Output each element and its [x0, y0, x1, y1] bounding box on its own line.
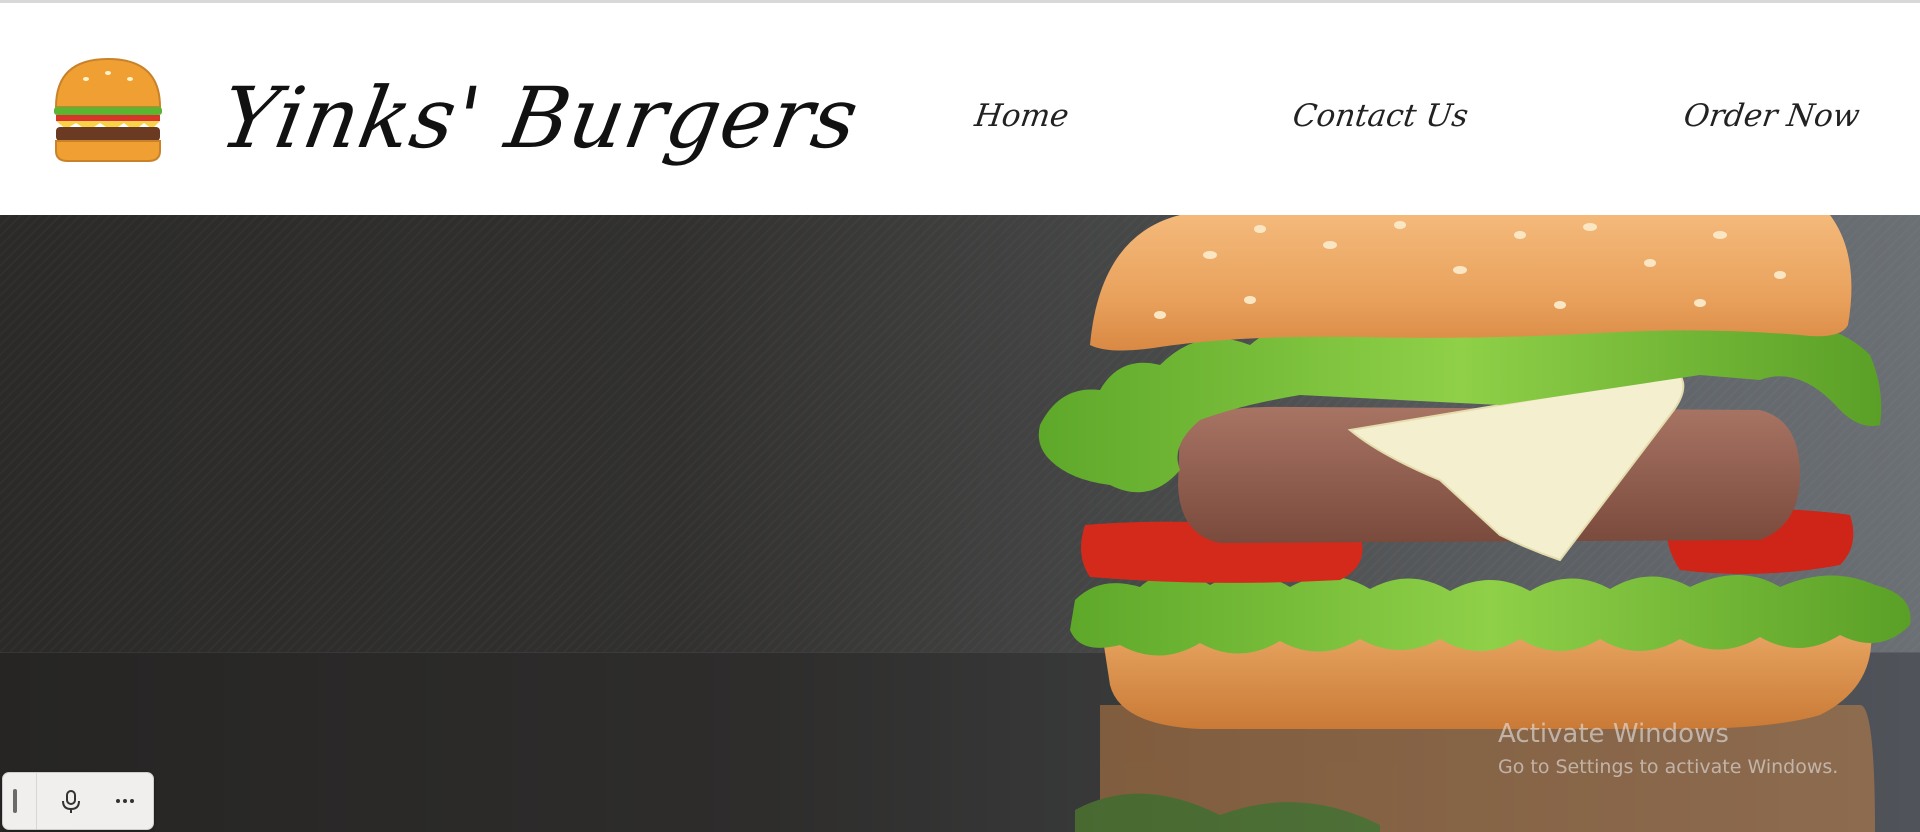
burger-logo-icon[interactable] [48, 55, 168, 165]
toolbar-divider [36, 773, 37, 829]
brand-title: Yinks' Burgers [213, 69, 867, 167]
watermark-title: Activate Windows [1498, 719, 1729, 749]
voice-typing-toolbar [2, 772, 154, 830]
hero-banner: Activate Windows Go to Settings to activ… [0, 215, 1920, 832]
nav-home-link[interactable]: Home [971, 91, 1071, 141]
activate-windows-watermark: Activate Windows Go to Settings to activ… [1498, 716, 1838, 782]
nav-contact-link[interactable]: Contact Us [1289, 91, 1471, 141]
more-options-icon[interactable] [111, 787, 139, 815]
watermark-subtitle: Go to Settings to activate Windows. [1498, 756, 1839, 778]
microphone-icon[interactable] [57, 787, 85, 815]
site-header: Yinks' Burgers Home Contact Us Order Now [0, 3, 1920, 215]
drag-handle-icon[interactable] [13, 789, 17, 813]
nav-order-link[interactable]: Order Now [1680, 91, 1862, 141]
